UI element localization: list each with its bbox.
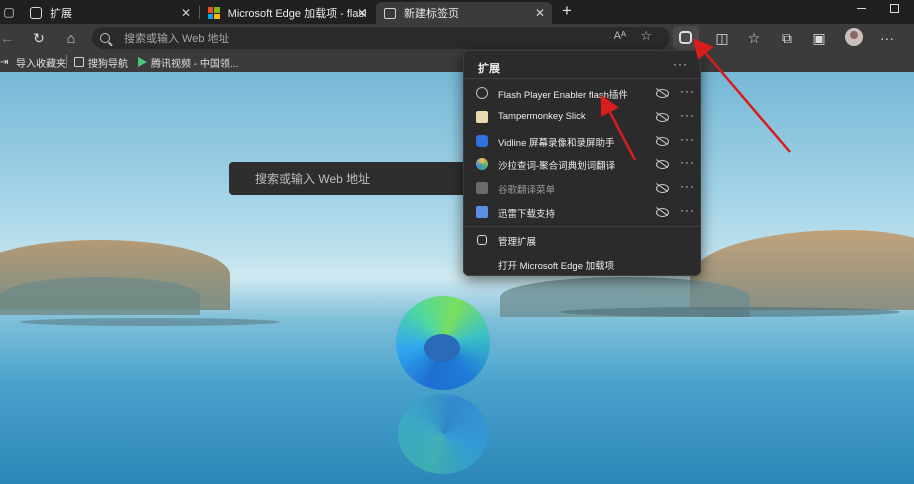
close-icon[interactable]: ✕ — [535, 6, 545, 20]
more-options-icon[interactable]: ··· — [673, 57, 688, 71]
open-edge-addons-link[interactable]: 打开 Microsoft Edge 加载项 — [464, 253, 700, 275]
extensions-button[interactable] — [673, 26, 699, 50]
split-screen-icon[interactable]: ◫ — [711, 27, 733, 49]
favorite-label: 导入收藏夹 — [16, 58, 66, 70]
extensions-puzzle-icon — [679, 31, 692, 44]
background-shore — [560, 307, 900, 317]
google-translate-icon — [476, 182, 488, 194]
extension-item-tampermonkey[interactable]: Tampermonkey Slick ··· — [464, 106, 700, 128]
extension-label: Tampermonkey Slick — [498, 111, 586, 122]
tab-edge-addons[interactable]: Microsoft Edge 加载项 - flash ✕ — [200, 2, 374, 24]
microsoft-logo-icon — [208, 7, 220, 19]
flash-disabled-icon — [476, 87, 488, 99]
extension-item-flash-player-enabler[interactable]: Flash Player Enabler flash插件 ··· — [464, 82, 700, 104]
more-options-icon[interactable]: ··· — [680, 203, 695, 217]
tab-title: 扩展 — [50, 8, 72, 20]
extensions-gear-icon — [30, 7, 42, 19]
more-menu-icon[interactable]: ··· — [876, 27, 898, 49]
hidden-eye-icon[interactable] — [655, 86, 669, 98]
profile-avatar[interactable] — [845, 28, 863, 46]
tab-title: Microsoft Edge 加载项 - flash — [227, 8, 366, 20]
thunder-icon — [476, 206, 488, 218]
more-options-icon[interactable]: ··· — [680, 179, 695, 193]
extension-label: 迅雷下载支持 — [498, 209, 556, 220]
hidden-eye-icon[interactable] — [655, 110, 669, 122]
more-options-icon[interactable]: ··· — [680, 84, 695, 98]
add-favorite-icon[interactable]: ☆ — [640, 28, 652, 44]
popup-title: 扩展 — [478, 63, 500, 75]
action-label: 管理扩展 — [498, 237, 537, 248]
extension-item-saladict[interactable]: 沙拉查词-聚合词典划词翻译 ··· — [464, 153, 700, 175]
extension-label: 谷歌翻译菜单 — [498, 185, 556, 196]
page-search-box[interactable]: 搜索或输入 Web 地址 — [229, 162, 491, 195]
address-bar[interactable]: 搜索或输入 Web 地址 Aᴬ ☆ — [92, 27, 670, 49]
hidden-eye-icon[interactable] — [655, 134, 669, 146]
favorite-label: 搜狗导航 — [88, 58, 128, 70]
edge-logo-reflection — [398, 394, 488, 474]
favorite-sogou[interactable]: 搜狗导航 — [74, 55, 128, 70]
favorites-separator — [66, 55, 67, 68]
favorites-icon[interactable]: ☆ — [743, 27, 765, 49]
divider — [464, 226, 700, 227]
action-label: 打开 Microsoft Edge 加载项 — [498, 261, 615, 272]
tab-title: 新建标签页 — [404, 8, 459, 20]
vidline-icon — [476, 135, 488, 147]
extensions-popup: 扩展 ··· Flash Player Enabler flash插件 ··· … — [463, 50, 701, 276]
new-tab-button[interactable]: + — [558, 2, 576, 22]
new-tab-page: 搜索或输入 Web 地址 — [0, 72, 914, 484]
tencent-video-icon — [138, 57, 147, 67]
extension-item-google-translate[interactable]: 谷歌翻译菜单 ··· — [464, 177, 700, 199]
tampermonkey-icon — [476, 111, 488, 123]
extension-label: Flash Player Enabler flash插件 — [498, 90, 628, 101]
divider — [464, 78, 700, 79]
background-shore — [20, 318, 280, 326]
more-options-icon[interactable]: ··· — [680, 132, 695, 146]
refresh-icon[interactable]: ↻ — [28, 27, 50, 49]
saladict-icon — [476, 158, 488, 170]
tab-actions-icon[interactable]: ▢ — [0, 1, 20, 23]
tab-extensions[interactable]: 扩展 ✕ — [22, 2, 198, 24]
extension-item-vidline[interactable]: Vidline 屏幕录像和录屏助手 ··· — [464, 130, 700, 152]
maximize-button[interactable] — [884, 1, 904, 17]
extension-label: Vidline 屏幕录像和录屏助手 — [498, 138, 615, 149]
more-options-icon[interactable]: ··· — [680, 108, 695, 122]
collections-icon[interactable]: ⧉ — [776, 27, 798, 49]
address-placeholder: 搜索或输入 Web 地址 — [124, 33, 230, 45]
edge-logo-icon — [396, 296, 490, 390]
hidden-eye-icon[interactable] — [655, 157, 669, 169]
favorites-bar: ⇥ 导入收藏夹 搜狗导航 腾讯视频 - 中国领... — [0, 52, 914, 72]
hidden-eye-icon[interactable] — [655, 181, 669, 193]
more-options-icon[interactable]: ··· — [680, 155, 695, 169]
back-arrow-icon[interactable]: ← — [0, 27, 18, 49]
close-icon[interactable]: ✕ — [357, 6, 367, 20]
favorite-tencent-video[interactable]: 腾讯视频 - 中国领... — [138, 55, 239, 70]
search-icon — [100, 33, 110, 43]
favorite-import[interactable]: ⇥ 导入收藏夹 — [0, 55, 66, 70]
tab-new-tab[interactable]: 新建标签页 ✕ — [376, 2, 552, 24]
browser-essentials-icon[interactable]: ▣ — [808, 27, 830, 49]
minimize-button[interactable] — [851, 1, 871, 17]
page-search-placeholder: 搜索或输入 Web 地址 — [255, 172, 371, 186]
extension-item-thunder[interactable]: 迅雷下载支持 ··· — [464, 201, 700, 223]
background-hill — [0, 277, 200, 315]
hidden-eye-icon[interactable] — [655, 205, 669, 217]
home-icon[interactable]: ⌂ — [60, 27, 82, 49]
page-icon — [74, 57, 84, 67]
close-icon[interactable]: ✕ — [181, 6, 191, 20]
read-aloud-icon[interactable]: Aᴬ — [614, 30, 626, 42]
toolbar: ← ↻ ⌂ 搜索或输入 Web 地址 Aᴬ ☆ ◫ ☆ ⧉ ▣ ··· — [0, 24, 914, 52]
manage-extensions-button[interactable]: 管理扩展 — [464, 229, 700, 251]
import-icon: ⇥ — [0, 57, 9, 68]
favorite-label: 腾讯视频 - 中国领... — [151, 58, 239, 70]
tab-strip: ▢ 扩展 ✕ Microsoft Edge 加载项 - flash ✕ 新建标签… — [0, 0, 914, 24]
extension-label: 沙拉查词-聚合词典划词翻译 — [498, 161, 616, 172]
new-tab-page-icon — [384, 7, 396, 19]
extensions-puzzle-icon — [477, 235, 487, 245]
